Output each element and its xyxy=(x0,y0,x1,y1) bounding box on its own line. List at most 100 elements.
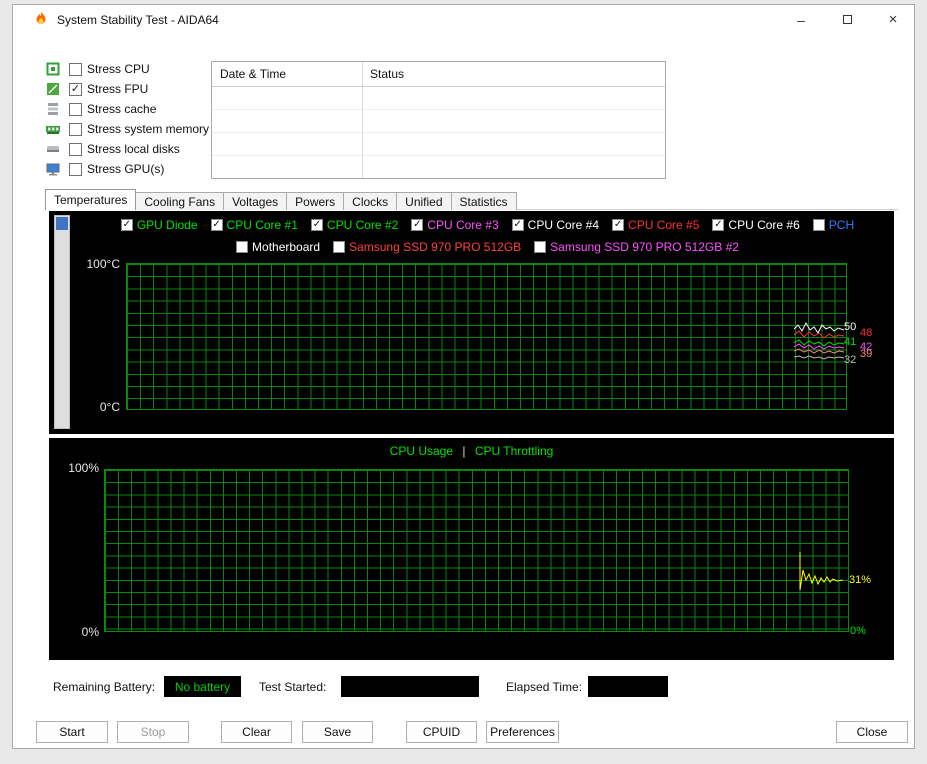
log-header-separator xyxy=(212,86,665,87)
stress-fpu-checkbox[interactable] xyxy=(69,82,82,96)
legend-cpu-core-1: CPU Core #1 xyxy=(210,218,298,232)
stability-test-window: System Stability Test - AIDA64 – × Stres… xyxy=(12,4,915,749)
legend-ssd-1-label: Samsung SSD 970 PRO 512GB xyxy=(349,240,522,254)
save-button[interactable]: Save xyxy=(302,721,373,743)
stress-cache-checkbox[interactable] xyxy=(69,102,82,116)
usage-graph-grid xyxy=(104,469,849,632)
tab-temperatures[interactable]: Temperatures xyxy=(45,189,137,210)
tab-strip: Temperatures Cooling Fans Voltages Power… xyxy=(45,189,517,210)
legend-cpu-core-2: CPU Core #2 xyxy=(310,218,398,232)
elapsed-time-value-box xyxy=(588,676,668,697)
history-scrollbar[interactable] xyxy=(54,215,70,429)
usage-title-separator: | xyxy=(462,444,466,458)
usage-axis-max-label: 100% xyxy=(68,461,99,475)
usage-current-value: 31% xyxy=(849,574,872,586)
stress-memory-label: Stress system memory xyxy=(87,122,210,136)
legend-gpu-diode-label: GPU Diode xyxy=(136,218,198,232)
legend-cpu-core-2-checkbox[interactable] xyxy=(310,219,323,231)
legend-cpu-core-5-checkbox[interactable] xyxy=(612,219,625,231)
clear-button[interactable]: Clear xyxy=(221,721,292,743)
cpu-icon xyxy=(46,62,60,76)
log-column-datetime[interactable]: Date & Time xyxy=(220,67,286,81)
usage-title-right: CPU Throttling xyxy=(474,444,554,458)
temp-reading-5: 39 xyxy=(860,348,873,360)
close-button[interactable]: × xyxy=(877,5,909,34)
aida64-flame-icon xyxy=(36,12,46,24)
legend-cpu-core-5-label: CPU Core #5 xyxy=(628,218,700,232)
tab-clocks[interactable]: Clocks xyxy=(343,192,398,210)
temp-reading-6: 32 xyxy=(844,354,857,366)
tab-cooling-fans[interactable]: Cooling Fans xyxy=(135,192,225,210)
legend-pch-label: PCH xyxy=(828,218,855,232)
tab-powers[interactable]: Powers xyxy=(286,192,345,210)
temp-reading-2: 48 xyxy=(860,327,873,339)
history-scrollbar-thumb[interactable] xyxy=(56,217,68,230)
temperature-traces xyxy=(794,321,845,360)
minimize-button[interactable]: – xyxy=(785,5,817,34)
preferences-button[interactable]: Preferences xyxy=(486,721,559,743)
legend-ssd-2: Samsung SSD 970 PRO 512GB #2 xyxy=(534,240,739,254)
elapsed-time-label: Elapsed Time: xyxy=(506,680,583,694)
stress-gpu-checkbox[interactable] xyxy=(69,162,82,176)
temp-reading-3: 41 xyxy=(844,336,857,348)
log-row-line xyxy=(212,155,665,156)
legend-ssd-2-label: Samsung SSD 970 PRO 512GB #2 xyxy=(550,240,739,254)
log-column-status[interactable]: Status xyxy=(370,67,404,81)
cpuid-button[interactable]: CPUID xyxy=(406,721,477,743)
legend-motherboard-label: Motherboard xyxy=(252,240,321,254)
close-dialog-button[interactable]: Close xyxy=(836,721,908,743)
legend-cpu-core-1-label: CPU Core #1 xyxy=(226,218,298,232)
stress-gpu-row: Stress GPU(s) xyxy=(45,159,215,179)
log-column-divider xyxy=(362,62,363,178)
stress-disks-label: Stress local disks xyxy=(87,142,180,156)
test-log-table: Date & Time Status xyxy=(211,61,666,179)
stress-cache-row: Stress cache xyxy=(45,99,215,119)
tab-unified[interactable]: Unified xyxy=(396,192,452,210)
window-title: System Stability Test - AIDA64 xyxy=(57,13,219,27)
cache-icon xyxy=(48,103,58,115)
stress-memory-checkbox[interactable] xyxy=(69,122,82,136)
stress-cpu-checkbox[interactable] xyxy=(69,62,82,76)
test-started-label: Test Started: xyxy=(259,680,327,694)
title-bar[interactable]: System Stability Test - AIDA64 – × xyxy=(13,5,914,34)
usage-chart-title: CPU Usage | CPU Throttling xyxy=(49,444,894,458)
legend-cpu-core-3-checkbox[interactable] xyxy=(411,219,424,231)
legend-cpu-core-1-checkbox[interactable] xyxy=(210,219,223,231)
disk-icon xyxy=(47,146,59,152)
stress-fpu-row: Stress FPU xyxy=(45,79,215,99)
stress-disks-checkbox[interactable] xyxy=(69,142,82,156)
remaining-battery-label: Remaining Battery: xyxy=(53,680,156,694)
tab-statistics[interactable]: Statistics xyxy=(450,192,517,210)
throttle-current-value: 0% xyxy=(850,625,866,637)
start-button[interactable]: Start xyxy=(36,721,108,743)
memory-icon xyxy=(46,126,60,134)
usage-axis-min-label: 0% xyxy=(81,625,99,639)
stress-gpu-label: Stress GPU(s) xyxy=(87,162,165,176)
stress-disks-row: Stress local disks xyxy=(45,139,215,159)
log-row-line xyxy=(212,109,665,110)
battery-value: No battery xyxy=(174,679,231,694)
legend-pch: PCH xyxy=(812,218,855,232)
stop-button[interactable]: Stop xyxy=(117,721,189,743)
legend-motherboard-checkbox[interactable] xyxy=(236,241,249,253)
legend-cpu-core-6-checkbox[interactable] xyxy=(712,219,725,231)
maximize-button[interactable] xyxy=(831,5,863,34)
legend-gpu-diode-checkbox[interactable] xyxy=(120,219,133,231)
legend-ssd-2-checkbox[interactable] xyxy=(534,241,547,253)
legend-ssd-1-checkbox[interactable] xyxy=(333,241,346,253)
test-started-value-box xyxy=(341,676,479,697)
legend-cpu-core-4-checkbox[interactable] xyxy=(511,219,524,231)
temp-axis-min-label: 0°C xyxy=(99,400,120,414)
legend-motherboard: Motherboard xyxy=(236,240,320,254)
temp-axis-max-label: 100°C xyxy=(86,257,121,271)
temp-reading-1: 50 xyxy=(844,321,857,333)
usage-trace xyxy=(799,552,844,591)
legend-pch-checkbox[interactable] xyxy=(812,219,825,231)
legend-cpu-core-4-label: CPU Core #4 xyxy=(527,218,600,232)
temperature-chart-panel: GPU Diode CPU Core #1 CPU Core #2 CPU Co… xyxy=(49,211,894,434)
stress-options-list: Stress CPU Stress FPU Stress cache Stres… xyxy=(45,59,215,179)
tab-voltages[interactable]: Voltages xyxy=(223,192,288,210)
stress-cpu-row: Stress CPU xyxy=(45,59,215,79)
stress-cache-label: Stress cache xyxy=(87,102,157,116)
legend-cpu-core-3-label: CPU Core #3 xyxy=(427,218,499,232)
